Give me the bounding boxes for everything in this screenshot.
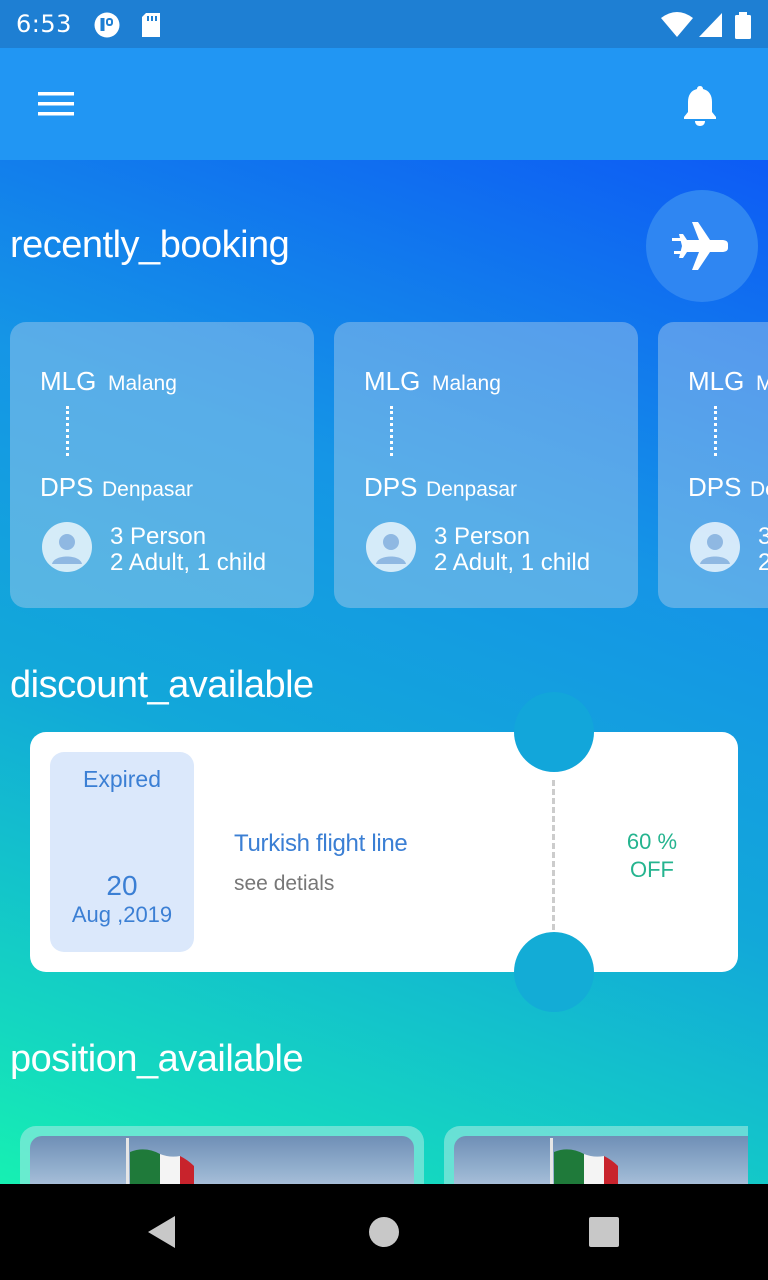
from-city: Malang <box>108 372 177 395</box>
persons-count: 3 Person <box>110 523 207 550</box>
wifi-icon <box>660 12 694 42</box>
home-icon[interactable] <box>364 1212 404 1252</box>
ticket-notch-bottom <box>514 932 594 1012</box>
bell-icon[interactable] <box>672 78 728 134</box>
to-code: DPS <box>364 472 418 502</box>
expired-label: Expired <box>83 766 161 792</box>
position-available-title: position_available <box>10 1038 304 1080</box>
discount-value: 60 % OFF <box>590 828 714 884</box>
recently-booking-title: recently_booking <box>10 224 290 266</box>
from-code: MLG <box>364 366 421 396</box>
discount-percent: 60 % <box>626 829 678 854</box>
persons-count: 3 Person <box>758 523 768 550</box>
navigation-bar <box>0 1184 768 1280</box>
discount-off: OFF <box>630 857 674 882</box>
airplane-icon[interactable] <box>646 190 758 302</box>
ticket-notch-top <box>514 692 594 772</box>
to-city: Denpasar <box>426 478 518 501</box>
person-icon <box>366 522 416 572</box>
persons-detail: 2 Adult, 1 child <box>110 549 267 576</box>
airline-name: Turkish flight line <box>234 830 408 857</box>
to-city: Denpasar <box>102 478 194 501</box>
app-notification-icon <box>92 12 122 42</box>
passenger-info: 3 Person 2 Adult, 1 child <box>758 524 768 576</box>
to-code: DPS <box>688 472 742 502</box>
booking-card[interactable]: MLG Malang DPS Denpasar 3 Person 2 Adult… <box>10 322 314 608</box>
from-code: MLG <box>40 366 97 396</box>
discount-available-title: discount_available <box>10 664 314 706</box>
passenger-info: 3 Person 2 Adult, 1 child <box>434 524 590 576</box>
to-city: Denpasar <box>750 478 768 501</box>
from-city: Malang <box>756 372 768 395</box>
route-line <box>714 406 718 456</box>
app-bar <box>0 48 768 160</box>
mexico-flag-photo <box>454 1136 748 1184</box>
hamburger-menu-icon[interactable] <box>28 80 84 128</box>
expiry-date-box: Expired 20 Aug ,2019 <box>50 752 194 952</box>
mexico-flag-photo <box>30 1136 414 1184</box>
persons-count: 3 Person <box>434 523 531 550</box>
person-icon <box>690 522 740 572</box>
status-bar: 6:53 <box>0 0 768 48</box>
expiry-month-year: Aug ,2019 <box>71 902 173 927</box>
person-icon <box>42 522 92 572</box>
main-content: recently_booking MLG Malang DPS Denpasar… <box>0 160 768 1184</box>
from-code: MLG <box>688 366 745 396</box>
battery-icon <box>734 12 752 44</box>
sd-card-icon <box>140 12 162 42</box>
status-time: 6:53 <box>16 10 72 38</box>
to-code: DPS <box>40 472 94 502</box>
discount-ticket[interactable]: Expired 20 Aug ,2019 Turkish flight line… <box>30 692 738 1012</box>
position-card[interactable] <box>20 1126 424 1184</box>
booking-card[interactable]: MLG Malang DPS Denpasar 3 Person 2 Adult… <box>334 322 638 608</box>
persons-detail: 2 Adult, 1 child <box>758 549 768 576</box>
from-city: Malang <box>432 372 501 395</box>
ticket-divider <box>552 780 555 930</box>
route-line <box>66 406 70 456</box>
see-details-link[interactable]: see detials <box>234 872 334 896</box>
persons-detail: 2 Adult, 1 child <box>434 549 591 576</box>
signal-icon <box>698 12 724 42</box>
expiry-day: 20 <box>106 870 138 901</box>
back-icon[interactable] <box>142 1212 182 1252</box>
position-card[interactable] <box>444 1126 748 1184</box>
passenger-info: 3 Person 2 Adult, 1 child <box>110 524 266 576</box>
route-line <box>390 406 394 456</box>
booking-card[interactable]: MLG Malang DPS Denpasar 3 Person 2 Adult… <box>658 322 768 608</box>
recents-icon[interactable] <box>584 1212 624 1252</box>
